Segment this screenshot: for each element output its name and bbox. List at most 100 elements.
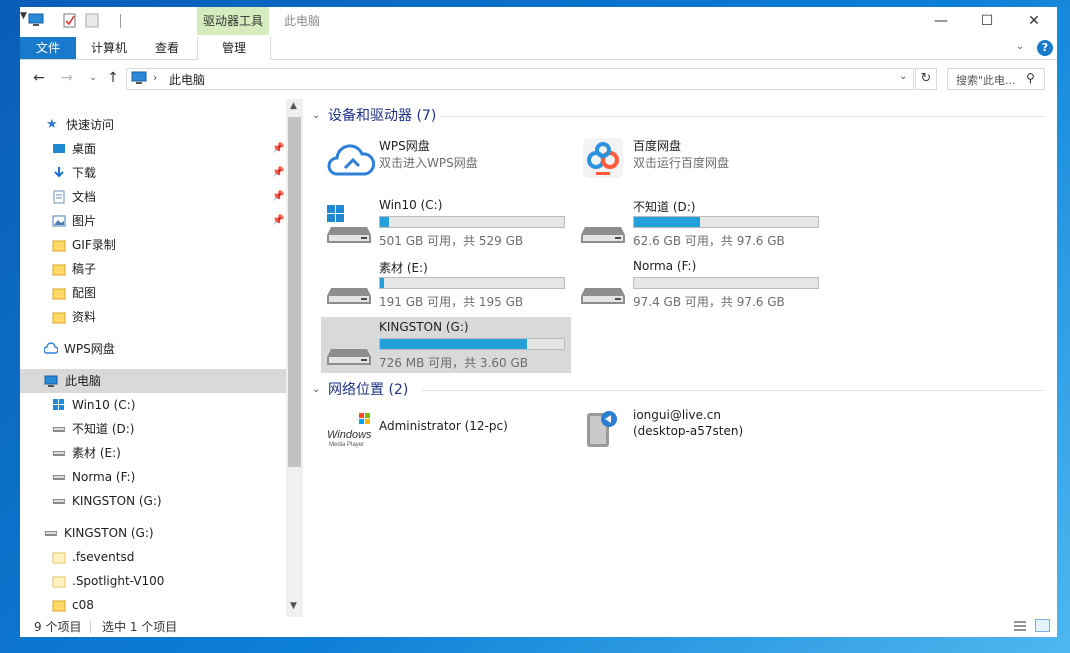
capacity-bar bbox=[379, 338, 565, 350]
new-folder-icon[interactable] bbox=[84, 12, 100, 28]
tile-name: 百度网盘 bbox=[633, 139, 682, 153]
address-dropdown-icon[interactable]: ⌄ bbox=[899, 71, 907, 82]
pin-icon[interactable]: 📌 bbox=[272, 185, 284, 209]
free-space-text: 501 GB 可用，共 529 GB bbox=[379, 234, 524, 248]
explorer-window: ▼ 驱动器工具 此电脑 — ☐ ✕ 文件 计算机 查看 管理 ⌄ ? ← → ⌄… bbox=[20, 7, 1057, 637]
capacity-fill bbox=[380, 278, 384, 288]
windows-drive-icon bbox=[53, 399, 64, 410]
breadcrumb[interactable]: 此电脑 bbox=[169, 71, 205, 88]
network-item-detail: (desktop-a57sten) bbox=[633, 424, 744, 438]
refresh-button[interactable]: ↻ bbox=[915, 68, 937, 90]
scroll-down-icon[interactable]: ▼ bbox=[290, 601, 297, 611]
capacity-bar bbox=[633, 216, 819, 228]
address-bar[interactable]: › 此电脑 ⌄ bbox=[126, 68, 914, 90]
divider bbox=[422, 390, 1045, 391]
nav-item-downloads[interactable]: 下载 📌 bbox=[52, 161, 286, 185]
tile-network-device[interactable]: iongui@live.cn (desktop-a57sten) bbox=[575, 405, 825, 461]
tile-network-media[interactable]: Windows Media Player Administrator (12-p… bbox=[321, 405, 571, 461]
nav-item-desktop[interactable]: 桌面 📌 bbox=[52, 137, 286, 161]
wmp-logo-text: Windows bbox=[327, 429, 372, 441]
drive-icon bbox=[327, 349, 371, 365]
close-button[interactable]: ✕ bbox=[1011, 7, 1057, 35]
window-title: 此电脑 bbox=[284, 14, 321, 28]
windows-drive-icon bbox=[327, 205, 371, 243]
breadcrumb-chevron-icon[interactable]: › bbox=[153, 71, 157, 84]
scrollbar-thumb[interactable] bbox=[288, 117, 301, 467]
up-arrow-icon[interactable]: ↑ bbox=[104, 69, 122, 87]
divider bbox=[120, 14, 121, 28]
tab-file[interactable]: 文件 bbox=[20, 37, 76, 59]
baidu-cloud-icon bbox=[583, 138, 623, 178]
tab-view[interactable]: 查看 bbox=[144, 37, 190, 59]
back-arrow-icon[interactable]: ← bbox=[30, 69, 48, 87]
drive-icon bbox=[53, 427, 65, 432]
customize-quick-access-icon[interactable]: ▼ bbox=[20, 11, 27, 21]
selection-count: 选中 1 个项目 bbox=[102, 620, 178, 634]
drive-name: Win10 (C:) bbox=[379, 198, 443, 212]
capacity-bar bbox=[379, 216, 565, 228]
maximize-button[interactable]: ☐ bbox=[964, 7, 1010, 35]
folder-icon bbox=[52, 240, 66, 252]
tiles-view-icon[interactable] bbox=[1035, 619, 1050, 632]
media-server-icon bbox=[587, 411, 617, 447]
group-devices[interactable]: ⌄ 设备和驱动器 (7) bbox=[310, 106, 1057, 126]
this-pc-icon bbox=[131, 71, 147, 84]
pin-icon[interactable]: 📌 bbox=[272, 137, 284, 161]
group-network[interactable]: ⌄ 网络位置 (2) bbox=[310, 380, 1057, 400]
wmp-logo-subtext: Media Player bbox=[329, 442, 364, 448]
content-pane: ⌄ 设备和驱动器 (7) WPS网盘 双击进入WPS网盘 百度网盘 双击运行百度 bbox=[310, 99, 1057, 617]
network-item-name: iongui@live.cn bbox=[633, 408, 722, 422]
help-icon[interactable]: ? bbox=[1037, 40, 1053, 56]
drive-icon bbox=[53, 451, 65, 456]
nav-scrollbar[interactable]: ▲ ▼ bbox=[286, 99, 303, 617]
tile-drive-e[interactable]: 素材 (E:) 191 GB 可用，共 195 GB bbox=[321, 256, 571, 312]
minimize-button[interactable]: — bbox=[918, 7, 964, 35]
recent-locations-icon[interactable]: ⌄ bbox=[84, 69, 102, 87]
tile-drive-d[interactable]: 不知道 (D:) 62.6 GB 可用，共 97.6 GB bbox=[575, 195, 825, 251]
collapse-chevron-icon[interactable]: ⌄ bbox=[312, 380, 320, 400]
tile-drive-g[interactable]: KINGSTON (G:) 726 MB 可用，共 3.60 GB bbox=[321, 317, 571, 373]
search-input[interactable]: 搜索"此电... ⚲ bbox=[947, 68, 1045, 90]
expand-ribbon-icon[interactable]: ⌄ bbox=[1016, 41, 1024, 52]
search-placeholder: 搜索"此电... bbox=[956, 74, 1016, 87]
details-view-icon[interactable] bbox=[1013, 620, 1027, 632]
network-item-name: Administrator (12-pc) bbox=[379, 419, 508, 433]
capacity-bar bbox=[633, 277, 819, 289]
folder-icon bbox=[52, 288, 66, 300]
properties-icon[interactable] bbox=[62, 12, 78, 28]
group-title: 网络位置 (2) bbox=[328, 382, 409, 398]
wps-cloud-icon bbox=[327, 144, 375, 176]
folder-icon bbox=[52, 312, 66, 324]
nav-this-pc[interactable]: 此电脑 bbox=[20, 369, 286, 393]
search-icon: ⚲ bbox=[1026, 71, 1035, 85]
tab-manage[interactable]: 管理 bbox=[197, 37, 271, 60]
collapse-chevron-icon[interactable]: ⌄ bbox=[312, 106, 320, 126]
forward-arrow-icon[interactable]: → bbox=[58, 69, 76, 87]
pin-icon[interactable]: 📌 bbox=[272, 161, 284, 185]
tile-drive-c[interactable]: Win10 (C:) 501 GB 可用，共 529 GB bbox=[321, 195, 571, 251]
tab-computer[interactable]: 计算机 bbox=[82, 37, 136, 59]
folder-icon bbox=[52, 552, 66, 564]
tile-baidu-cloud[interactable]: 百度网盘 双击运行百度网盘 bbox=[575, 134, 825, 190]
nav-item-pictures[interactable]: 图片 📌 bbox=[52, 209, 286, 233]
download-icon bbox=[54, 167, 64, 178]
star-icon: ★ bbox=[46, 117, 58, 132]
folder-icon bbox=[52, 264, 66, 276]
drive-icon bbox=[581, 227, 625, 243]
nav-item-documents[interactable]: 文档 📌 bbox=[52, 185, 286, 209]
desktop-icon bbox=[53, 144, 65, 153]
pin-icon[interactable]: 📌 bbox=[272, 209, 284, 233]
drive-icon bbox=[327, 288, 371, 304]
capacity-bar bbox=[379, 277, 565, 289]
free-space-text: 97.4 GB 可用，共 97.6 GB bbox=[633, 295, 785, 309]
navigation-bar: ← → ⌄ ↑ › 此电脑 ⌄ ↻ 搜索"此电... ⚲ bbox=[20, 64, 1057, 94]
tile-wps-cloud[interactable]: WPS网盘 双击进入WPS网盘 bbox=[321, 134, 571, 190]
this-pc-icon[interactable] bbox=[28, 12, 44, 28]
drive-icon bbox=[45, 531, 57, 536]
capacity-fill bbox=[380, 217, 390, 227]
divider bbox=[440, 116, 1045, 117]
tile-drive-f[interactable]: Norma (F:) 97.4 GB 可用，共 97.6 GB bbox=[575, 256, 825, 312]
drive-name: 素材 (E:) bbox=[379, 261, 428, 275]
scroll-up-icon[interactable]: ▲ bbox=[290, 101, 297, 111]
drive-icon bbox=[53, 499, 65, 504]
